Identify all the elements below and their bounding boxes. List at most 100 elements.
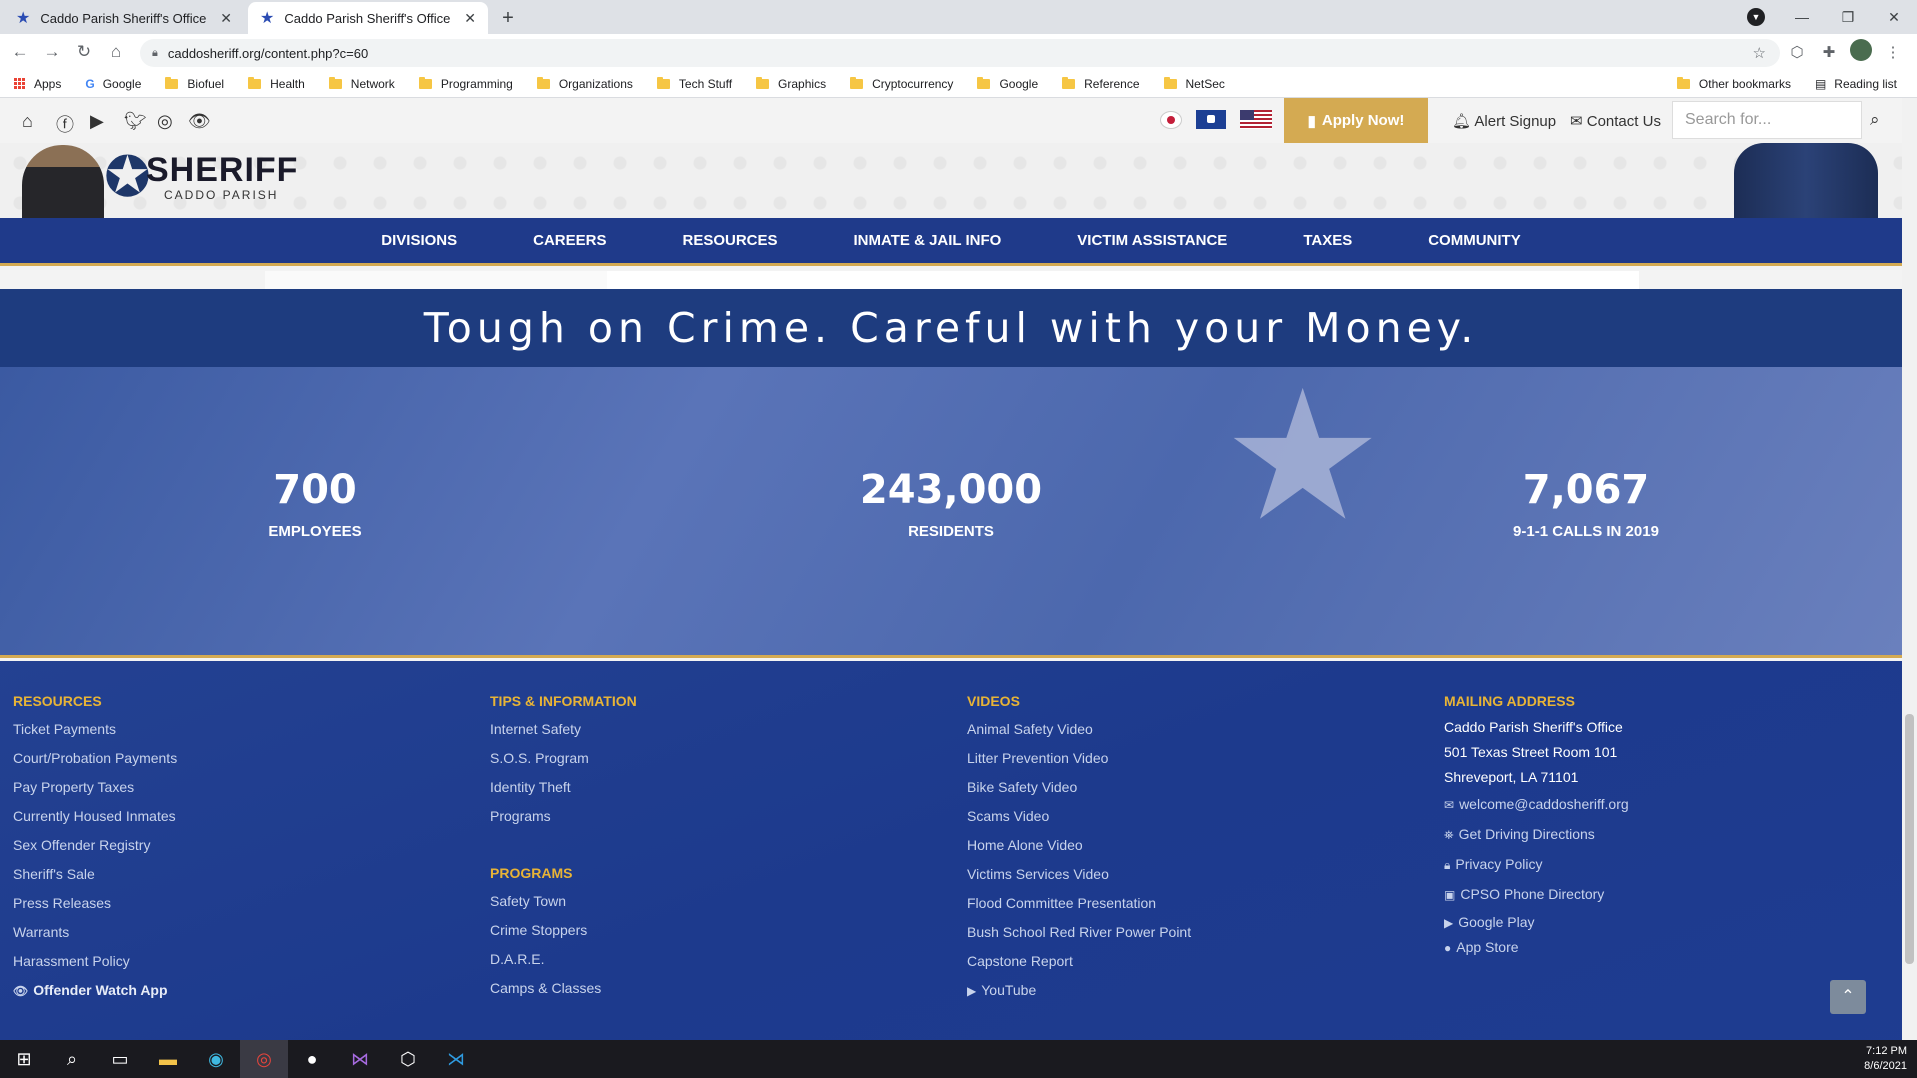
bookmark-folder[interactable]: Organizations (536, 76, 633, 91)
scroll-thumb[interactable] (1905, 714, 1914, 964)
windows-start-icon[interactable]: ⊞ (0, 1040, 48, 1078)
profile-avatar[interactable] (1845, 39, 1877, 65)
search-icon[interactable]: ⌕ (48, 1040, 96, 1078)
bookmark-google[interactable]: G Google (85, 77, 141, 91)
bookmark-folder[interactable]: Tech Stuff (656, 76, 732, 91)
media-icon[interactable]: ▼ (1747, 8, 1765, 26)
chrome-icon[interactable]: ◎ (240, 1040, 288, 1078)
other-bookmarks[interactable]: Other bookmarks (1676, 77, 1791, 91)
nav-victim-assistance[interactable]: VICTIM ASSISTANCE (1039, 232, 1265, 249)
footer-link[interactable]: Programs (490, 802, 637, 831)
menu-icon[interactable]: ⋮ (1877, 43, 1909, 61)
footer-link[interactable]: D.A.R.E. (490, 945, 637, 974)
footer-link[interactable]: Press Releases (13, 889, 177, 918)
footer-link[interactable]: Warrants (13, 918, 177, 947)
footer-link[interactable]: Ticket Payments (13, 715, 177, 744)
footer-link[interactable]: Court/Probation Payments (13, 744, 177, 773)
edge-icon[interactable]: ◉ (192, 1040, 240, 1078)
extension-icon[interactable]: ⬡ (1781, 43, 1813, 61)
page-scrollbar[interactable] (1902, 98, 1917, 1040)
footer-link[interactable]: Currently Housed Inmates (13, 802, 177, 831)
bookmark-folder[interactable]: Google (977, 76, 1038, 91)
footer-link[interactable]: Identity Theft (490, 773, 637, 802)
offender-watch-app-link[interactable]: 👁︎ Offender Watch App (13, 976, 177, 1006)
footer-link[interactable]: Pay Property Taxes (13, 773, 177, 802)
footer-link[interactable]: Internet Safety (490, 715, 637, 744)
footer-link[interactable]: Bike Safety Video (967, 773, 1191, 802)
footer-link[interactable]: Litter Prevention Video (967, 744, 1191, 773)
close-icon[interactable]: ✕ (220, 10, 232, 27)
bookmark-folder[interactable]: Cryptocurrency (850, 76, 953, 91)
new-tab-button[interactable]: + (496, 7, 520, 31)
app-store-link[interactable]: ● App Store (1444, 935, 1629, 960)
contact-us-link[interactable]: ✉ Contact Us (1570, 112, 1661, 130)
close-icon[interactable]: ✕ (464, 10, 476, 27)
nav-taxes[interactable]: TAXES (1265, 232, 1390, 249)
apply-now-button[interactable]: ▮ Apply Now! (1284, 98, 1428, 143)
facebook-icon[interactable]: ⓕ (56, 111, 74, 137)
nav-community[interactable]: COMMUNITY (1390, 232, 1559, 249)
file-explorer-icon[interactable]: ▬ (144, 1040, 192, 1078)
instagram-icon[interactable]: ◎ (157, 111, 173, 132)
reading-list[interactable]: ▤ Reading list (1815, 77, 1897, 91)
bookmark-folder[interactable]: Graphics (756, 76, 826, 91)
footer-link[interactable]: Sheriff's Sale (13, 860, 177, 889)
footer-link[interactable]: Scams Video (967, 802, 1191, 831)
bookmark-folder[interactable]: Programming (418, 76, 513, 91)
footer-link[interactable]: S.O.S. Program (490, 744, 637, 773)
home-icon[interactable]: ⌂ (100, 42, 132, 62)
youtube-icon[interactable]: ▶ (90, 111, 104, 132)
tab-1[interactable]: ★ Caddo Parish Sheriff's Office ✕ (4, 2, 244, 34)
alert-signup-link[interactable]: 🔔︎ Alert Signup (1452, 112, 1556, 130)
google-play-link[interactable]: ▶ Google Play (1444, 910, 1629, 935)
taskbar-clock[interactable]: 7:12 PM 8/6/2021 (1864, 1044, 1907, 1074)
vscode-icon[interactable]: ⋊ (432, 1040, 480, 1078)
bookmark-folder[interactable]: Network (328, 76, 395, 91)
visual-studio-icon[interactable]: ⋈ (336, 1040, 384, 1078)
back-icon[interactable]: ← (4, 42, 36, 62)
email-link[interactable]: ✉ welcome@caddosheriff.org (1444, 790, 1629, 820)
footer-link[interactable]: Sex Offender Registry (13, 831, 177, 860)
forward-icon[interactable]: → (36, 42, 68, 62)
bookmark-folder[interactable]: Reference (1062, 76, 1140, 91)
bookmark-star-icon[interactable]: ☆ (1753, 44, 1766, 62)
bookmark-folder[interactable]: Biofuel (165, 76, 224, 91)
restore-button[interactable]: ❐ (1825, 9, 1871, 26)
home-icon[interactable]: ⌂ (22, 111, 33, 132)
louisiana-flag-icon[interactable] (1196, 110, 1226, 129)
nav-divisions[interactable]: DIVISIONS (343, 232, 495, 249)
back-to-top-button[interactable]: ⌃ (1830, 980, 1866, 1014)
footer-link[interactable]: Home Alone Video (967, 831, 1191, 860)
twitter-icon[interactable]: 🐦︎ (124, 111, 147, 132)
cube-app-icon[interactable]: ⬡ (384, 1040, 432, 1078)
footer-link[interactable]: Crime Stoppers (490, 916, 637, 945)
phone-directory-link[interactable]: ▣ CPSO Phone Directory (1444, 880, 1629, 910)
footer-link[interactable]: Camps & Classes (490, 974, 637, 1003)
reload-icon[interactable]: ↻ (68, 42, 100, 62)
footer-link[interactable]: Safety Town (490, 887, 637, 916)
search-input[interactable]: Search for... (1672, 101, 1862, 139)
footer-link[interactable]: Capstone Report (967, 947, 1191, 976)
youtube-link[interactable]: ▶ YouTube (967, 976, 1191, 1006)
task-view-icon[interactable]: ▭ (96, 1040, 144, 1078)
state-seal-icon[interactable] (1160, 110, 1182, 129)
footer-link[interactable]: Victims Services Video (967, 860, 1191, 889)
logo-title[interactable]: SHERIFF (146, 151, 298, 190)
nav-inmate-jail-info[interactable]: INMATE & JAIL INFO (816, 232, 1040, 249)
footer-link[interactable]: Harassment Policy (13, 947, 177, 976)
privacy-link[interactable]: 🔒︎ Privacy Policy (1444, 850, 1629, 880)
footer-link[interactable]: Animal Safety Video (967, 715, 1191, 744)
address-bar[interactable]: 🔒︎ caddosheriff.org/content.php?c=60 ☆ (140, 39, 1780, 67)
footer-link[interactable]: Bush School Red River Power Point (967, 918, 1191, 947)
us-flag-icon[interactable] (1240, 110, 1272, 129)
eye-icon[interactable]: 👁︎ (188, 111, 211, 132)
nav-careers[interactable]: CAREERS (495, 232, 644, 249)
puzzle-icon[interactable]: ✚ (1813, 43, 1845, 61)
tab-2[interactable]: ★ Caddo Parish Sheriff's Office ✕ (248, 2, 488, 34)
bookmark-folder[interactable]: NetSec (1163, 76, 1225, 91)
nav-resources[interactable]: RESOURCES (644, 232, 815, 249)
minimize-button[interactable]: — (1779, 9, 1825, 25)
bookmark-folder[interactable]: Health (248, 76, 305, 91)
close-window-button[interactable]: ✕ (1871, 9, 1917, 26)
directions-link[interactable]: ⛯ Get Driving Directions (1444, 820, 1629, 850)
